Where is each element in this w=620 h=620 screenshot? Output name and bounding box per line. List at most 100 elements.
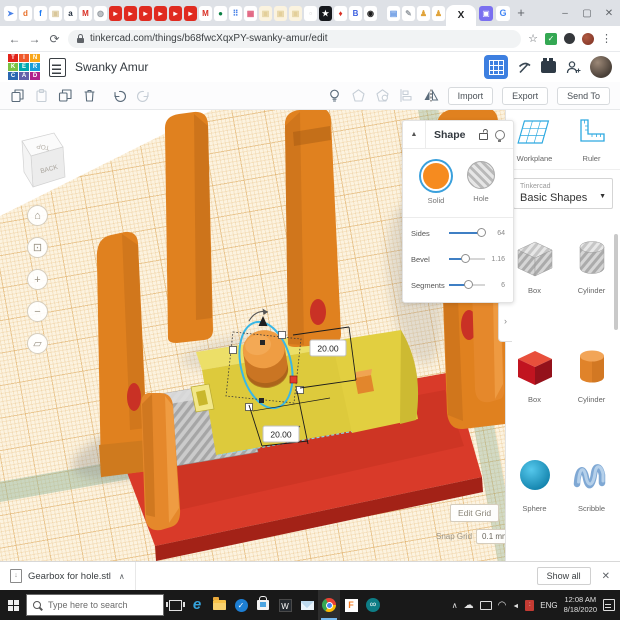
paste-icon[interactable] <box>34 88 49 103</box>
teal-app[interactable] <box>362 590 384 620</box>
mid-handle[interactable] <box>260 340 265 345</box>
sides-slider[interactable] <box>449 228 485 238</box>
view-cube[interactable]: TOP BACK <box>22 133 65 187</box>
shape-cylinder-hole[interactable]: Cylinder <box>563 234 620 329</box>
tab-red-2[interactable]: ▸ <box>124 6 137 21</box>
tab-red-5[interactable]: ▸ <box>169 6 182 21</box>
taskbar-search[interactable] <box>26 594 164 616</box>
group-icon[interactable] <box>351 88 366 103</box>
tab-cursor[interactable]: ➤ <box>4 6 17 21</box>
add-person-icon[interactable] <box>565 60 581 74</box>
duplicate-icon[interactable] <box>58 88 73 103</box>
show-hidden-icon[interactable] <box>327 88 342 103</box>
model-orange-arms[interactable] <box>165 110 341 347</box>
tab-person-1[interactable]: ♟ <box>417 6 430 21</box>
ungroup-icon[interactable] <box>375 88 390 103</box>
pinned-tray-icon[interactable] <box>525 600 534 611</box>
shape-library-select[interactable]: Tinkercad Basic Shapes ▼ <box>513 178 613 209</box>
tab-star[interactable]: ★ <box>319 6 332 21</box>
tab-gmail[interactable]: M <box>199 6 212 21</box>
design-title[interactable]: Swanky Amur <box>75 60 148 74</box>
model-orange-cube[interactable] <box>355 369 374 394</box>
dark-w-app[interactable] <box>274 590 296 620</box>
tab-pink[interactable]: ▦ <box>244 6 257 21</box>
zoom-out-button[interactable]: − <box>27 301 48 322</box>
segments-slider[interactable] <box>449 280 485 290</box>
copy-icon[interactable] <box>10 88 25 103</box>
tab-mail-red[interactable]: M <box>79 6 92 21</box>
check-app[interactable] <box>230 590 252 620</box>
tab-pale-4[interactable]: ▣ <box>289 6 302 21</box>
maximize-button[interactable]: ▢ <box>576 8 598 19</box>
tab-pale-3[interactable]: ▣ <box>274 6 287 21</box>
tab-pale-1[interactable]: ▣ <box>49 6 62 21</box>
tab-dark-dot[interactable]: ◉ <box>364 6 377 21</box>
tab-google[interactable]: G <box>496 6 510 21</box>
download-bar-close-icon[interactable]: ✕ <box>602 571 610 582</box>
shape-box-hole[interactable]: Box <box>506 234 563 329</box>
minimize-button[interactable]: – <box>554 8 576 19</box>
undo-icon[interactable] <box>112 88 127 103</box>
perspective-toggle-button[interactable]: ▱ <box>27 333 48 354</box>
tab-globe[interactable]: ◍ <box>94 6 107 21</box>
close-button[interactable]: ✕ <box>598 8 620 19</box>
start-button[interactable] <box>8 600 13 605</box>
shape-sphere[interactable]: Sphere <box>506 452 563 547</box>
lightbulb-icon[interactable] <box>495 130 505 140</box>
align-icon[interactable] <box>399 88 414 103</box>
address-bar[interactable]: tinkercad.com/things/b68fwcXqxPY-swanky-… <box>68 30 521 48</box>
tab-red-4[interactable]: ▸ <box>154 6 167 21</box>
f-app[interactable] <box>340 590 362 620</box>
chevron-up-icon[interactable]: ∧ <box>119 572 125 581</box>
edge-app[interactable] <box>186 590 208 620</box>
tab-white[interactable]: ▫ <box>304 6 317 21</box>
tab-pen[interactable]: ✎ <box>402 6 415 21</box>
file-explorer-app[interactable] <box>208 590 230 620</box>
display-icon[interactable] <box>480 601 492 610</box>
bevel-slider[interactable] <box>449 254 485 264</box>
new-tab-button[interactable]: + <box>512 3 530 23</box>
language-indicator[interactable]: ENG <box>540 601 557 610</box>
zoom-in-button[interactable]: + <box>27 269 48 290</box>
tab-pale-2[interactable]: ▣ <box>259 6 272 21</box>
tab-purple[interactable]: ▣ <box>479 6 493 21</box>
sidebar-scrollbar[interactable] <box>614 234 618 330</box>
user-avatar[interactable] <box>590 56 612 78</box>
send-to-button[interactable]: Send To <box>557 87 610 105</box>
tab-red-3[interactable]: ▸ <box>139 6 152 21</box>
sidebar-collapse-button[interactable]: › <box>498 300 512 342</box>
design-menu-icon[interactable] <box>49 58 66 77</box>
panel-collapse-icon[interactable]: ▲ <box>403 121 426 148</box>
taskbar-clock[interactable]: 12:08 AM 8/18/2020 <box>564 595 597 615</box>
onedrive-icon[interactable] <box>464 600 474 611</box>
refresh-icon[interactable]: ⟳ <box>48 32 61 46</box>
chrome-app[interactable] <box>318 590 340 620</box>
bookmark-star-icon[interactable]: ☆ <box>528 32 538 45</box>
minecraft-pickaxe-icon[interactable] <box>517 60 532 75</box>
tab-b[interactable]: B <box>349 6 362 21</box>
tab-feather[interactable]: ♦ <box>334 6 347 21</box>
export-button[interactable]: Export <box>502 87 548 105</box>
forward-icon[interactable]: → <box>28 32 41 46</box>
view-home-button[interactable]: ⌂ <box>27 205 48 226</box>
solid-swatch[interactable] <box>421 161 451 191</box>
edit-grid-button[interactable]: Edit Grid <box>450 504 499 522</box>
search-input[interactable] <box>46 599 157 611</box>
delete-icon[interactable] <box>82 88 97 103</box>
tab-facebook[interactable]: f <box>34 6 47 21</box>
extension-check-icon[interactable]: ✓ <box>545 33 557 45</box>
tab-card[interactable]: ▤ <box>387 6 400 21</box>
bricks-icon[interactable] <box>541 61 556 73</box>
tab-amazon[interactable]: a <box>64 6 77 21</box>
ruler-tool[interactable]: Ruler <box>563 117 620 163</box>
tab-d[interactable]: d <box>19 6 32 21</box>
network-icon[interactable] <box>498 600 507 611</box>
scale-handle[interactable] <box>246 404 253 411</box>
tinkercad-logo[interactable]: TINKERCAD <box>8 54 40 80</box>
scale-handle[interactable] <box>279 332 286 339</box>
task-view-button[interactable] <box>164 590 186 620</box>
action-center-icon[interactable] <box>603 599 615 611</box>
workplane-tool[interactable]: Workplane <box>506 117 563 163</box>
browser-menu-icon[interactable]: ⋮ <box>601 32 612 45</box>
unlock-icon[interactable] <box>479 133 488 140</box>
